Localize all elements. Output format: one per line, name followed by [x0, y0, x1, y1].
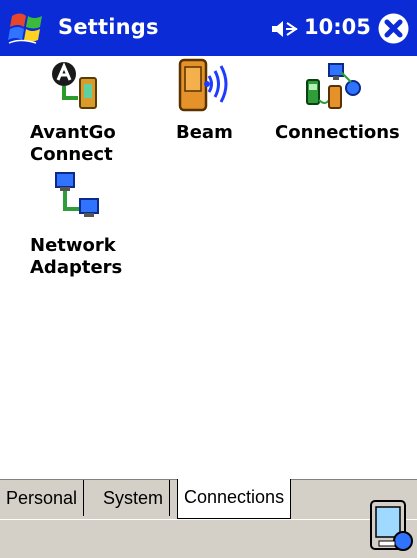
connections-label: Connections: [275, 122, 400, 143]
input-panel-icon[interactable]: [365, 497, 417, 557]
menu-bar: [0, 519, 417, 558]
network-adapters-label: Network Adapters: [30, 235, 123, 278]
network-adapters-icon: [55, 172, 99, 217]
avantgo-icon: [52, 62, 97, 109]
page-title: Settings: [58, 15, 159, 39]
connections-icon: [306, 63, 361, 109]
speaker-icon[interactable]: [270, 17, 300, 41]
tab-connections[interactable]: Connections: [177, 479, 292, 519]
clock-time[interactable]: 10:05: [304, 15, 371, 39]
network-adapters-item[interactable]: Network Adapters: [30, 171, 160, 279]
close-icon[interactable]: [377, 12, 410, 45]
tab-strip: Personal System Connections: [0, 479, 417, 520]
tab-personal[interactable]: Personal: [0, 480, 85, 516]
tab-system[interactable]: System: [97, 480, 171, 516]
avantgo-connect-label: AvantGo Connect: [30, 122, 116, 165]
windows-flag-icon[interactable]: [6, 8, 50, 48]
connections-item[interactable]: Connections: [275, 58, 405, 144]
title-bar: Settings 10:05: [0, 0, 417, 56]
avantgo-connect-item[interactable]: AvantGo Connect: [30, 58, 160, 166]
beam-icon: [178, 58, 228, 112]
